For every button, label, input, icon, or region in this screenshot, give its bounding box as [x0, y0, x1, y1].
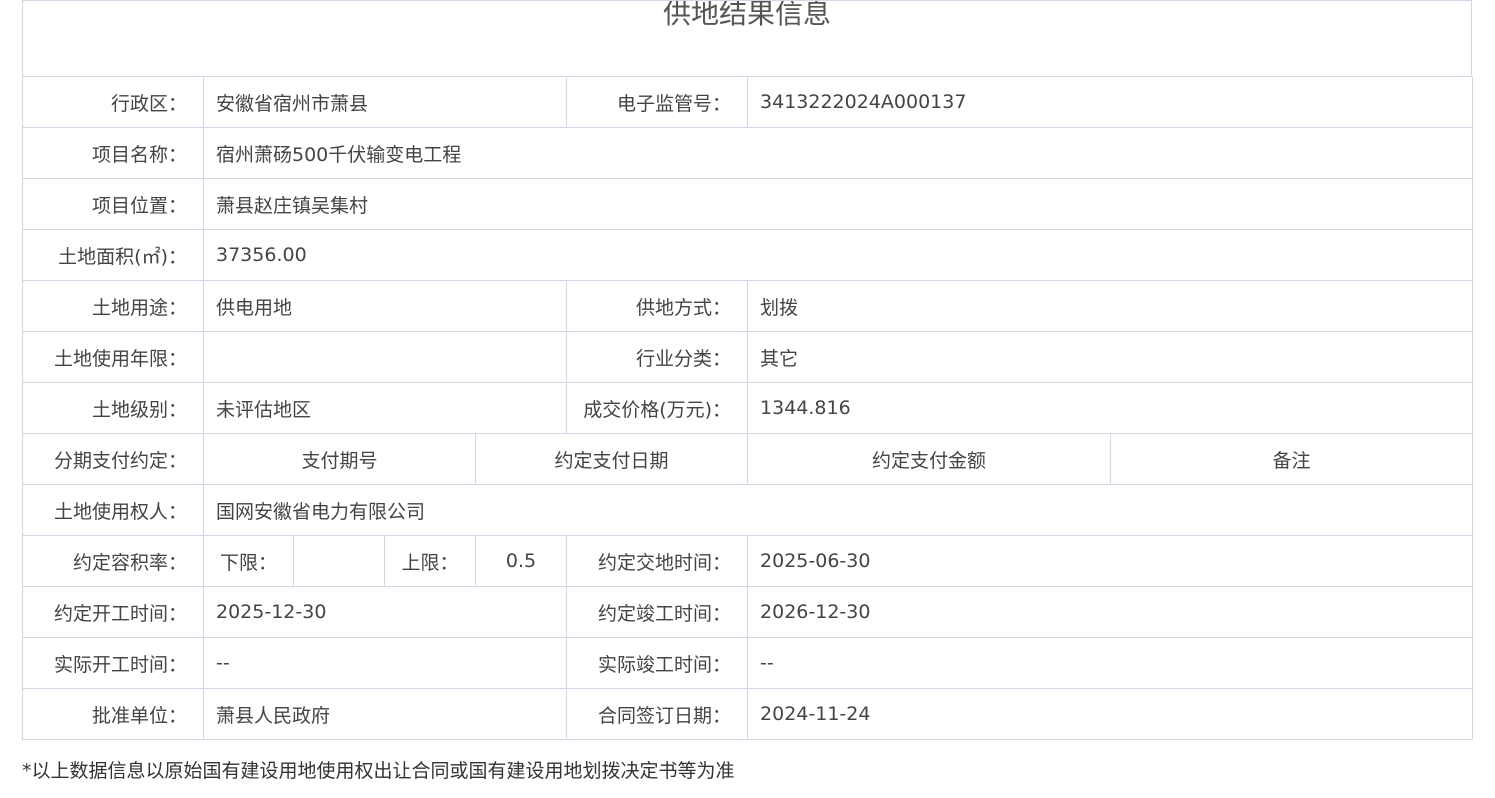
land-area-label: 土地面积(㎡)： [22, 229, 204, 281]
row-start-finish: 约定开工时间： 2025-12-30 约定竣工时间： 2026-12-30 [22, 586, 1474, 638]
sign-date-label: 合同签订日期： [566, 688, 749, 740]
title-box: 供地结果信息 [22, 0, 1472, 76]
region-label: 行政区： [22, 76, 204, 128]
installment-header-remark: 备注 [1110, 433, 1474, 485]
row-installment: 分期支付约定： 支付期号 约定支付日期 约定支付金额 备注 [22, 433, 1474, 485]
land-grade-value: 未评估地区 [202, 382, 568, 434]
price-label: 成交价格(万元)： [566, 382, 749, 434]
row-project-name: 项目名称： 宿州萧砀500千伏输变电工程 [22, 127, 1474, 179]
installment-header-amount: 约定支付金额 [747, 433, 1112, 485]
actual-finish-value: -- [747, 637, 1474, 689]
land-supply-result-panel: 供地结果信息 行政区： 安徽省宿州市萧县 电子监管号： 3413222024A0… [22, 0, 1474, 740]
land-use-value: 供电用地 [202, 280, 568, 332]
supply-method-value: 划拨 [747, 280, 1474, 332]
land-area-value: 37356.00 [202, 229, 1474, 281]
installment-label: 分期支付约定： [22, 433, 204, 485]
project-name-label: 项目名称： [22, 127, 204, 179]
land-grade-label: 土地级别： [22, 382, 204, 434]
land-user-value: 国网安徽省电力有限公司 [202, 484, 1474, 536]
handover-value: 2025-06-30 [747, 535, 1474, 587]
supervision-no-label: 电子监管号： [566, 76, 749, 128]
row-region: 行政区： 安徽省宿州市萧县 电子监管号： 3413222024A000137 [22, 76, 1474, 128]
start-label: 约定开工时间： [22, 586, 204, 638]
actual-start-value: -- [202, 637, 568, 689]
finish-value: 2026-12-30 [747, 586, 1474, 638]
row-land-grade: 土地级别： 未评估地区 成交价格(万元)： 1344.816 [22, 382, 1474, 434]
price-value: 1344.816 [747, 382, 1474, 434]
supply-method-label: 供地方式： [566, 280, 749, 332]
far-lower-value [293, 535, 385, 587]
supervision-no-value: 3413222024A000137 [747, 76, 1474, 128]
land-use-label: 土地用途： [22, 280, 204, 332]
far-lower-label: 下限： [203, 535, 294, 587]
row-land-use: 土地用途： 供电用地 供地方式： 划拨 [22, 280, 1474, 332]
project-name-value: 宿州萧砀500千伏输变电工程 [202, 127, 1474, 179]
actual-start-label: 实际开工时间： [22, 637, 204, 689]
sign-date-value: 2024-11-24 [747, 688, 1474, 740]
row-use-term: 土地使用年限： 行业分类： 其它 [22, 331, 1474, 383]
far-upper-value: 0.5 [474, 535, 568, 587]
page-title: 供地结果信息 [662, 0, 831, 30]
far-upper-label: 上限： [384, 535, 476, 587]
project-location-value: 萧县赵庄镇吴集村 [202, 178, 1474, 230]
project-location-label: 项目位置： [22, 178, 204, 230]
row-land-user: 土地使用权人： 国网安徽省电力有限公司 [22, 484, 1474, 536]
far-label: 约定容积率： [22, 535, 204, 587]
industry-value: 其它 [747, 331, 1474, 383]
installment-header-date: 约定支付日期 [474, 433, 749, 485]
use-term-value [202, 331, 568, 383]
land-user-label: 土地使用权人： [22, 484, 204, 536]
row-approver: 批准单位： 萧县人民政府 合同签订日期： 2024-11-24 [22, 688, 1474, 740]
actual-finish-label: 实际竣工时间： [566, 637, 749, 689]
row-actual-start-finish: 实际开工时间： -- 实际竣工时间： -- [22, 637, 1474, 689]
region-value: 安徽省宿州市萧县 [202, 76, 568, 128]
use-term-label: 土地使用年限： [22, 331, 204, 383]
industry-label: 行业分类： [566, 331, 749, 383]
land-supply-table: 行政区： 安徽省宿州市萧县 电子监管号： 3413222024A000137 项… [22, 76, 1474, 740]
handover-label: 约定交地时间： [566, 535, 749, 587]
approver-label: 批准单位： [22, 688, 204, 740]
row-project-location: 项目位置： 萧县赵庄镇吴集村 [22, 178, 1474, 230]
start-value: 2025-12-30 [202, 586, 568, 638]
finish-label: 约定竣工时间： [566, 586, 749, 638]
footnote: *以上数据信息以原始国有建设用地使用权出让合同或国有建设用地划拨决定书等为准 [22, 760, 735, 782]
approver-value: 萧县人民政府 [202, 688, 568, 740]
row-land-area: 土地面积(㎡)： 37356.00 [22, 229, 1474, 281]
row-floor-area-ratio: 约定容积率： 下限： 上限： 0.5 约定交地时间： 2025-06-30 [22, 535, 1474, 587]
installment-header-period: 支付期号 [203, 433, 476, 485]
